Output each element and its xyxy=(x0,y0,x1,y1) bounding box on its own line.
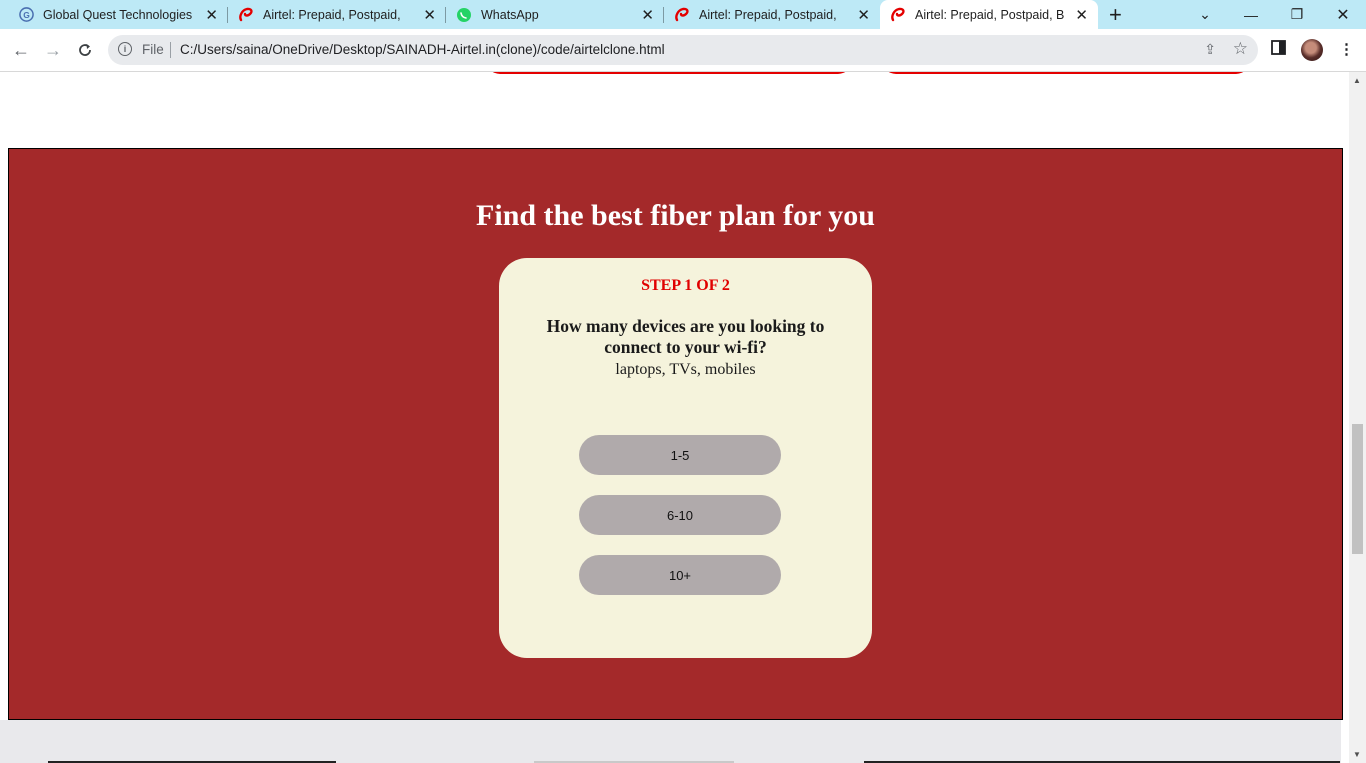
close-tab-icon[interactable]: ✕ xyxy=(857,6,870,24)
tab-airtel-1[interactable]: Airtel: Prepaid, Postpaid, Bro ✕ xyxy=(228,0,446,29)
tab-strip: G Global Quest Technologies ✕ Airtel: Pr… xyxy=(0,0,1366,29)
menu-kebab-icon[interactable]: ⋮ xyxy=(1339,40,1354,58)
globe-g-icon: G xyxy=(18,7,34,23)
browser-toolbar: ← → i File C:/Users/saina/OneDrive/Deskt… xyxy=(0,29,1366,72)
chevron-down-icon[interactable]: ⌄ xyxy=(1182,0,1228,29)
option-1-5-button[interactable]: 1-5 xyxy=(579,435,781,475)
tab-global-quest[interactable]: G Global Quest Technologies ✕ xyxy=(0,0,228,29)
close-tab-icon[interactable]: ✕ xyxy=(641,6,654,24)
minimize-icon[interactable]: — xyxy=(1228,0,1274,29)
plan-finder-card: STEP 1 OF 2 How many devices are you loo… xyxy=(499,258,872,658)
tab-airtel-2[interactable]: Airtel: Prepaid, Postpaid, Bro ✕ xyxy=(664,0,880,29)
step-indicator: STEP 1 OF 2 xyxy=(641,277,730,294)
url-text[interactable]: C:/Users/saina/OneDrive/Desktop/SAINADH-… xyxy=(180,42,665,57)
page-scrollbar[interactable]: ▲ ▼ xyxy=(1349,72,1366,763)
next-section xyxy=(0,720,1341,763)
scroll-up-icon[interactable]: ▲ xyxy=(1353,76,1361,85)
tab-title: Airtel: Prepaid, Postpaid, Bro xyxy=(915,7,1065,22)
option-10-plus-button[interactable]: 10+ xyxy=(579,555,781,595)
page-viewport: Find the best fiber plan for you STEP 1 … xyxy=(0,72,1349,763)
svg-text:G: G xyxy=(23,10,30,20)
tab-title: Airtel: Prepaid, Postpaid, Bro xyxy=(263,7,403,22)
device-hint: laptops, TVs, mobiles xyxy=(615,361,756,378)
tab-title: WhatsApp xyxy=(481,7,539,22)
plan-card-edge xyxy=(486,72,852,74)
whatsapp-icon xyxy=(456,7,472,23)
forward-icon[interactable]: → xyxy=(42,39,64,61)
close-tab-icon[interactable]: ✕ xyxy=(205,6,218,24)
plan-card-edge xyxy=(882,72,1250,74)
airtel-logo-icon xyxy=(674,7,690,23)
side-panel-icon[interactable] xyxy=(1271,40,1286,59)
close-tab-icon[interactable]: ✕ xyxy=(423,6,436,24)
scheme-label: File xyxy=(142,42,164,57)
new-tab-icon[interactable]: + xyxy=(1109,2,1122,28)
back-icon[interactable]: ← xyxy=(10,39,32,61)
option-6-10-button[interactable]: 6-10 xyxy=(579,495,781,535)
share-icon[interactable]: ⇪ xyxy=(1204,41,1216,58)
bookmark-star-icon[interactable]: ☆ xyxy=(1233,39,1248,59)
tab-title: Airtel: Prepaid, Postpaid, Bro xyxy=(699,7,841,22)
info-icon[interactable]: i xyxy=(118,42,132,56)
close-window-icon[interactable]: ✕ xyxy=(1320,0,1366,29)
fiber-plan-section: Find the best fiber plan for you STEP 1 … xyxy=(8,148,1343,720)
scroll-down-icon[interactable]: ▼ xyxy=(1353,750,1361,759)
section-heading: Find the best fiber plan for you xyxy=(476,199,875,232)
scrollbar-thumb[interactable] xyxy=(1352,424,1363,554)
divider xyxy=(170,42,171,58)
address-bar[interactable]: i File C:/Users/saina/OneDrive/Desktop/S… xyxy=(108,35,1258,65)
reload-icon[interactable] xyxy=(74,39,96,61)
restore-icon[interactable]: ❐ xyxy=(1274,0,1320,29)
tab-airtel-active[interactable]: Airtel: Prepaid, Postpaid, Bro ✕ xyxy=(880,0,1098,29)
airtel-logo-icon xyxy=(238,7,254,23)
tab-whatsapp[interactable]: WhatsApp ✕ xyxy=(446,0,664,29)
device-question: How many devices are you looking to conn… xyxy=(546,316,825,357)
tab-title: Global Quest Technologies xyxy=(43,7,193,22)
airtel-logo-icon xyxy=(890,7,906,23)
close-tab-icon[interactable]: ✕ xyxy=(1075,6,1088,24)
avatar[interactable] xyxy=(1301,39,1323,61)
